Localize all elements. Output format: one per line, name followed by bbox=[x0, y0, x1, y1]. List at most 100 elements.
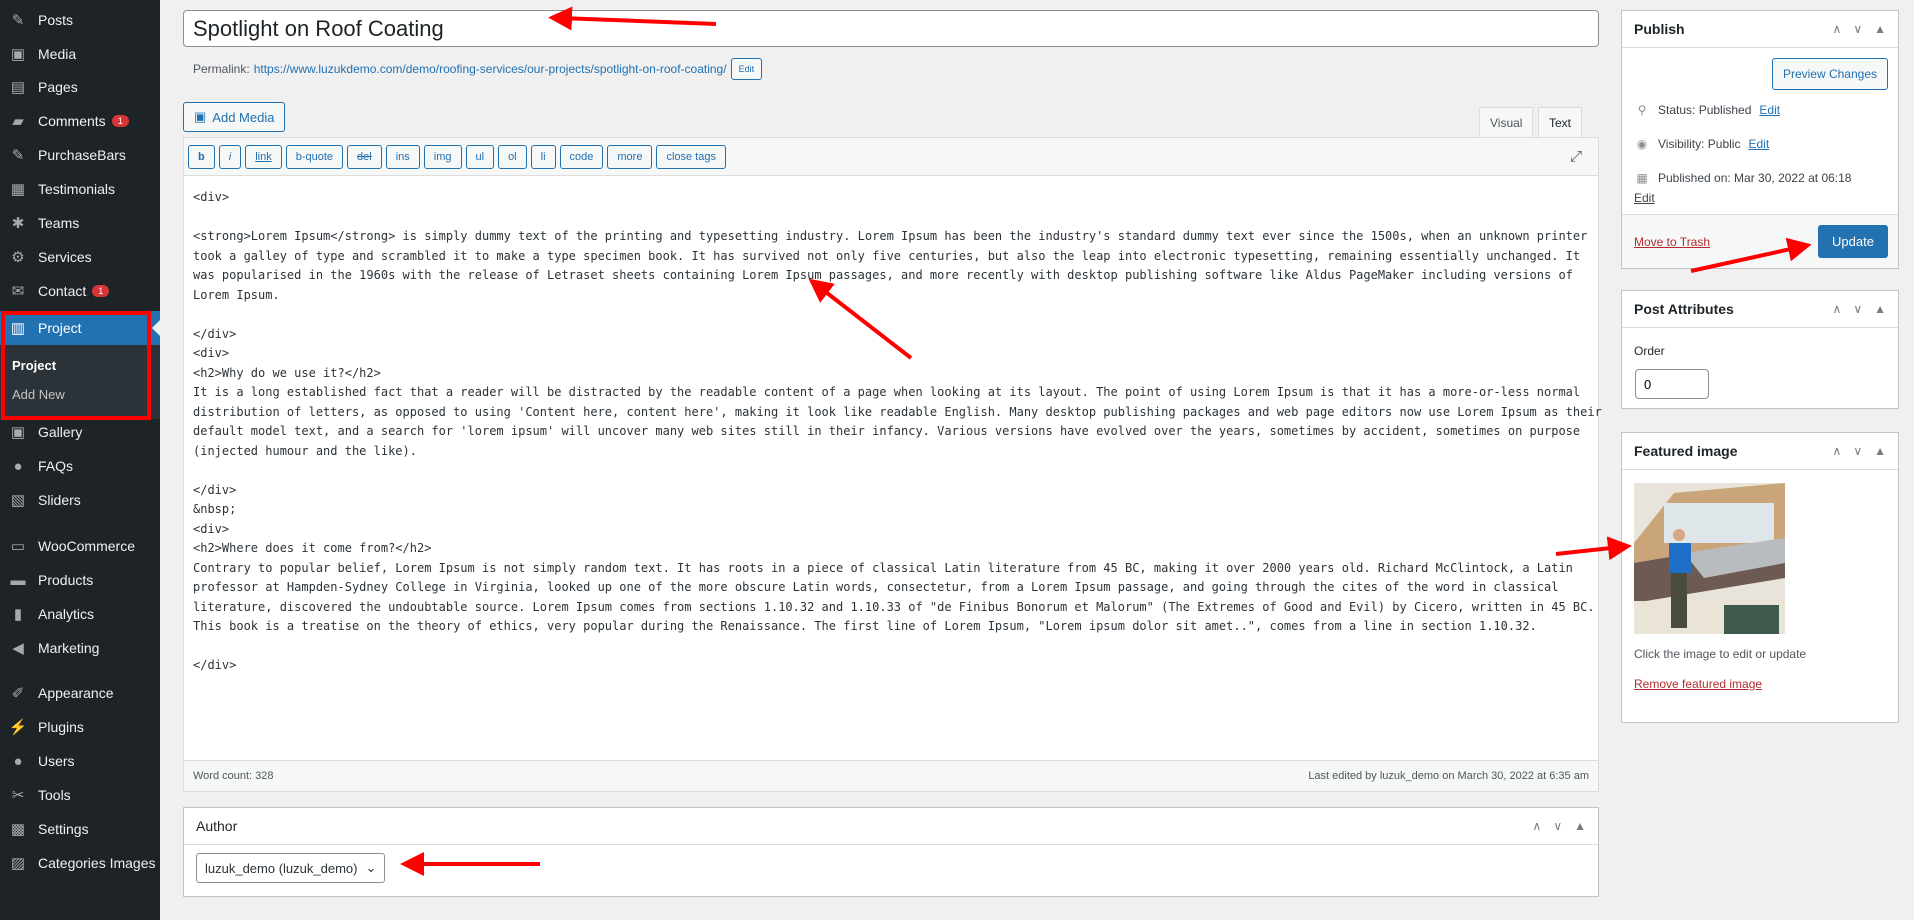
sidebar-item-woocommerce[interactable]: ▭ WooCommerce bbox=[0, 529, 160, 563]
quicktag-ul[interactable]: ul bbox=[465, 144, 495, 169]
publish-actions: Move to Trash Update bbox=[1622, 214, 1898, 268]
sidebar-item-label: WooCommerce bbox=[38, 538, 135, 554]
sidebar-item-label: Gallery bbox=[38, 424, 83, 440]
author-select[interactable]: luzuk_demo (luzuk_demo) ⌄ bbox=[196, 853, 386, 883]
code-line: literature, discovered the undoubtable s… bbox=[193, 599, 1595, 614]
quicktag-ins[interactable]: ins bbox=[385, 144, 420, 169]
sidebar-item-label: Services bbox=[38, 249, 92, 265]
published-edit-link[interactable]: Edit bbox=[1634, 191, 1655, 205]
sidebar-item-purchasebars[interactable]: ✎ PurchaseBars bbox=[0, 138, 160, 172]
sidebar-item-testimonials[interactable]: ▦ Testimonials bbox=[0, 172, 160, 206]
quicktag-li[interactable]: li bbox=[530, 144, 556, 169]
tab-text[interactable]: Text bbox=[1538, 107, 1583, 138]
preview-changes-button[interactable]: Preview Changes bbox=[1771, 58, 1888, 90]
featured-image-thumbnail[interactable] bbox=[1634, 483, 1785, 634]
sidebar-item-label: Testimonials bbox=[38, 181, 116, 197]
notification-badge: 1 bbox=[111, 115, 129, 127]
sidebar-item-products[interactable]: ▬ Products bbox=[0, 563, 160, 597]
quicktag-link[interactable]: link bbox=[245, 144, 282, 169]
sidebar-item-faqs[interactable]: ● FAQs bbox=[0, 449, 160, 483]
post-attributes-header: Post Attributes ∧ ∨ ▲ bbox=[1622, 291, 1898, 328]
author-header: Author ∧ ∨ ▲ bbox=[184, 808, 1598, 845]
toggle-icon[interactable]: ▲ bbox=[1874, 22, 1886, 36]
analytics-icon: ▮ bbox=[13, 606, 23, 623]
move-up-icon[interactable]: ∧ bbox=[1833, 302, 1842, 316]
sidebar-item-teams[interactable]: ✱ Teams bbox=[0, 206, 160, 240]
move-to-trash-link[interactable]: Move to Trash bbox=[1634, 235, 1710, 249]
fullscreen-icon[interactable]: ⤢ bbox=[1570, 148, 1582, 165]
quicktag-img[interactable]: img bbox=[423, 144, 462, 169]
move-down-icon[interactable]: ∨ bbox=[1853, 302, 1862, 316]
notification-badge: 1 bbox=[92, 285, 110, 297]
sidebar-item-analytics[interactable]: ▮ Analytics bbox=[0, 597, 160, 631]
update-button[interactable]: Update bbox=[1818, 225, 1888, 258]
toggle-icon[interactable]: ▲ bbox=[1874, 302, 1886, 316]
sidebar-item-categories-images[interactable]: ▨ Categories Images bbox=[0, 846, 160, 880]
sidebar-item-marketing[interactable]: ◀ Marketing bbox=[0, 631, 160, 665]
quicktag-i[interactable]: i bbox=[218, 144, 242, 169]
visibility-edit-link[interactable]: Edit bbox=[1748, 137, 1769, 151]
sidebar-item-posts[interactable]: ✎ Posts bbox=[0, 3, 160, 37]
move-up-icon[interactable]: ∧ bbox=[1833, 22, 1842, 36]
move-down-icon[interactable]: ∨ bbox=[1553, 819, 1562, 833]
quicktag-more[interactable]: more bbox=[607, 144, 653, 169]
quicktag-code[interactable]: code bbox=[559, 144, 604, 169]
sidebar-item-project[interactable]: ▥ Project bbox=[0, 311, 160, 345]
sidebar-item-comments[interactable]: ▰ Comments 1 bbox=[0, 104, 160, 138]
author-box: Author ∧ ∨ ▲ luzuk_demo (luzuk_demo) ⌄ bbox=[183, 807, 1599, 897]
move-down-icon[interactable]: ∨ bbox=[1853, 22, 1862, 36]
project-submenu: Project Add New bbox=[0, 345, 160, 419]
add-media-button[interactable]: ▣ Add Media bbox=[183, 102, 286, 132]
remove-featured-image-link[interactable]: Remove featured image bbox=[1634, 677, 1762, 691]
order-input[interactable] bbox=[1635, 369, 1709, 399]
quicktag-b-quote[interactable]: b-quote bbox=[285, 144, 344, 169]
sidebar-item-label: Analytics bbox=[38, 606, 95, 622]
user-icon: ● bbox=[13, 752, 23, 770]
quicktag-close-tags[interactable]: close tags bbox=[656, 144, 726, 169]
brush-icon: ✐ bbox=[11, 685, 25, 702]
submenu-add-new[interactable]: Add New bbox=[12, 387, 65, 402]
sidebar-item-tools[interactable]: ✂ Tools bbox=[0, 778, 160, 812]
quicktag-ol[interactable]: ol bbox=[498, 144, 527, 169]
sidebar-item-media[interactable]: ▣ Media bbox=[0, 37, 160, 71]
content-textarea[interactable]: <div> <strong>Lorem Ipsum</strong> is sim… bbox=[184, 176, 1602, 761]
sidebar-item-settings[interactable]: ▩ Settings bbox=[0, 812, 160, 846]
add-media-label: Add Media bbox=[212, 109, 275, 125]
featured-image-header: Featured image ∧ ∨ ▲ bbox=[1622, 433, 1898, 470]
submenu-project[interactable]: Project bbox=[12, 358, 56, 373]
sidebar-item-pages[interactable]: ▤ Pages bbox=[0, 70, 160, 104]
sidebar-item-services[interactable]: ⚙ Services bbox=[0, 240, 160, 274]
sidebar-item-appearance[interactable]: ✐ Appearance bbox=[0, 676, 160, 710]
author-title: Author bbox=[196, 818, 238, 834]
move-up-icon[interactable]: ∧ bbox=[1533, 819, 1542, 833]
permalink-url[interactable]: https://www.luzukdemo.com/demo/roofing-s… bbox=[254, 62, 727, 76]
sidebar-item-label: Users bbox=[38, 753, 75, 769]
sidebar-item-users[interactable]: ● Users bbox=[0, 744, 160, 778]
status-edit-link[interactable]: Edit bbox=[1759, 103, 1780, 117]
code-line: This book is a treatise on the theory of… bbox=[193, 619, 1537, 633]
toggle-icon[interactable]: ▲ bbox=[1574, 819, 1586, 833]
quicktag-del[interactable]: del bbox=[347, 144, 382, 169]
pin-icon: ✎ bbox=[11, 147, 25, 164]
move-down-icon[interactable]: ∨ bbox=[1853, 444, 1862, 458]
toggle-icon[interactable]: ▲ bbox=[1874, 444, 1886, 458]
chevron-down-icon: ⌄ bbox=[365, 860, 377, 875]
post-title-input[interactable] bbox=[183, 10, 1599, 47]
code-line: <strong>Lorem Ipsum</strong> is simply d… bbox=[193, 229, 1588, 243]
move-up-icon[interactable]: ∧ bbox=[1833, 444, 1842, 458]
order-label: Order bbox=[1634, 344, 1665, 358]
publish-box: Publish ∧ ∨ ▲ Preview Changes ⚲ Status: Pub… bbox=[1621, 10, 1899, 269]
sidebar-item-label: Media bbox=[38, 46, 77, 62]
permalink-edit-button[interactable]: Edit bbox=[730, 58, 763, 80]
sidebar-item-label: Pages bbox=[38, 79, 78, 95]
featured-image-title: Featured image bbox=[1634, 443, 1738, 459]
sidebar-item-gallery[interactable]: ▣ Gallery bbox=[0, 415, 160, 449]
sidebar-item-contact[interactable]: ✉ Contact 1 bbox=[0, 274, 160, 308]
quicktag-b[interactable]: b bbox=[188, 144, 215, 169]
tab-visual[interactable]: Visual bbox=[1479, 107, 1534, 138]
media-icon: ▣ bbox=[194, 109, 207, 124]
visibility-row: ◉ Visibility: Public Edit bbox=[1634, 137, 1769, 151]
sidebar-item-plugins[interactable]: ⚡ Plugins bbox=[0, 710, 160, 744]
sidebar-item-label: Marketing bbox=[38, 640, 100, 656]
sidebar-item-sliders[interactable]: ▧ Sliders bbox=[0, 483, 160, 517]
